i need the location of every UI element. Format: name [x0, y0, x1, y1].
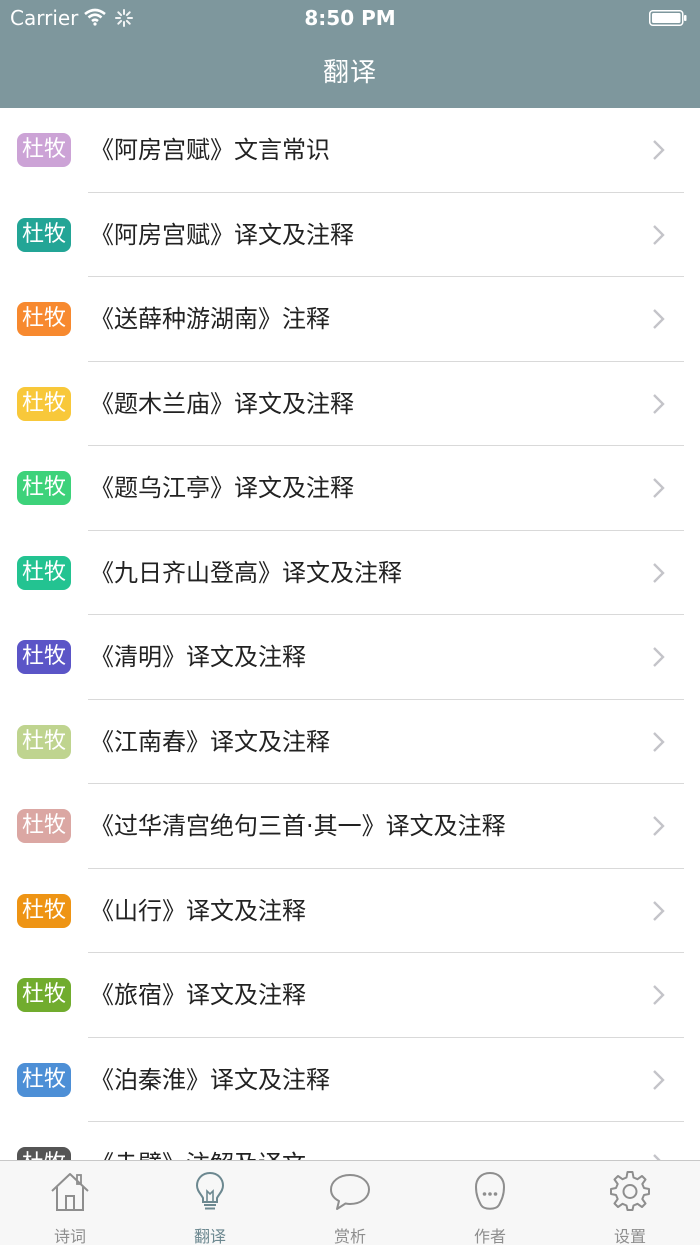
list-item[interactable]: 杜牧 《泊秦淮》译文及注释 [0, 1038, 700, 1123]
item-title: 《阿房宫赋》文言常识 [90, 136, 330, 164]
author-tag: 杜牧 [17, 1147, 71, 1160]
tab-authors[interactable]: 作者 [420, 1161, 560, 1246]
chevron-right-icon [653, 140, 665, 160]
list-item[interactable]: 杜牧 《阿房宫赋》译文及注释 [0, 193, 700, 278]
article-list: 杜牧 《阿房宫赋》文言常识 杜牧 《阿房宫赋》译文及注释 杜牧 《送薛种游湖南》注释 杜牧《… [0, 108, 700, 1160]
item-title: 《清明》译文及注释 [90, 643, 306, 671]
chevron-right-icon [653, 731, 665, 752]
tab-label: 翻译 [193, 1227, 226, 1246]
list-item[interactable]: 杜牧 《题乌江亭》译文及注释 [0, 446, 700, 531]
author-tag: 杜牧 [17, 893, 71, 928]
battery-icon [649, 10, 687, 26]
tab-translation[interactable]: 翻译 [140, 1161, 280, 1246]
chat-bubble-icon [330, 1174, 370, 1210]
home-icon [51, 1173, 89, 1211]
page-title: 翻译 [322, 58, 377, 88]
author-tag: 杜牧 [17, 471, 71, 505]
chevron-right-icon [653, 816, 665, 836]
tab-bar: 诗词 翻译 赏析 作者 设置 [0, 1160, 700, 1246]
status-bar: Carrier 8:50 PM [0, 0, 700, 38]
author-tag: 杜牧 [17, 724, 71, 759]
status-time: 8:50 PM [304, 6, 396, 30]
tab-settings[interactable]: 设置 [560, 1161, 700, 1246]
list-item[interactable]: 杜牧 《送薛种游湖南》注释 [0, 277, 700, 362]
chevron-right-icon [653, 309, 665, 329]
tab-appreciation[interactable]: 赏析 [280, 1161, 420, 1246]
list-item[interactable]: 杜牧 《清明》译文及注释 [0, 615, 700, 700]
list-item[interactable]: 杜牧 《阿房宫赋》文言常识 [0, 108, 700, 193]
author-tag: 杜牧 [17, 555, 71, 590]
lightbulb-icon [195, 1171, 225, 1210]
author-tag: 杜牧 [17, 1062, 71, 1097]
chevron-right-icon [653, 900, 665, 921]
item-title: 《阿房宫赋》译文及注释 [90, 220, 354, 249]
chevron-right-icon [653, 224, 665, 245]
item-title: 《江南春》译文及注释 [90, 727, 330, 756]
person-icon [474, 1171, 506, 1210]
item-title: 《赤壁》注解及译文 [90, 1147, 306, 1160]
item-title: 《题木兰庙》译文及注释 [90, 389, 354, 418]
list-item[interactable]: 杜牧 《江南春》译文及注释 [0, 700, 700, 785]
chevron-right-icon [653, 985, 665, 1005]
item-title: 《送薛种游湖南》注释 [90, 305, 330, 333]
list-item[interactable]: 杜牧 《山行》译文及注释 [0, 869, 700, 954]
chevron-right-icon [653, 393, 665, 414]
item-title: 《旅宿》译文及注释 [90, 981, 306, 1009]
gear-icon [610, 1171, 650, 1211]
tab-label: 赏析 [333, 1227, 366, 1246]
navigation-header: Carrier 8:50 PM 翻译 [0, 0, 700, 108]
tab-label: 设置 [613, 1227, 646, 1246]
item-title: 《山行》译文及注释 [90, 896, 306, 925]
author-tag: 杜牧 [17, 809, 71, 843]
item-title: 《过华清宫绝句三首·其一》译文及注释 [90, 812, 506, 840]
author-tag: 杜牧 [17, 302, 71, 336]
author-tag: 杜牧 [17, 217, 71, 252]
list-item[interactable]: 杜牧 《过华清宫绝句三首·其一》译文及注释 [0, 784, 700, 869]
author-tag: 杜牧 [17, 386, 71, 421]
item-title: 《泊秦淮》译文及注释 [90, 1065, 330, 1094]
chevron-right-icon [653, 478, 665, 498]
author-tag: 杜牧 [17, 133, 71, 167]
chevron-right-icon [653, 1154, 661, 1160]
list-item[interactable]: 杜牧 《旅宿》译文及注释 [0, 953, 700, 1038]
list-item[interactable]: 杜牧 《题木兰庙》译文及注释 [0, 362, 700, 447]
chevron-right-icon [653, 562, 665, 583]
chevron-right-icon [653, 647, 665, 667]
tab-label: 诗词 [53, 1227, 86, 1246]
list-item[interactable]: 杜牧 《九日齐山登高》译文及注释 [0, 531, 700, 616]
author-tag: 杜牧 [17, 978, 71, 1012]
chevron-right-icon [653, 1069, 665, 1090]
item-title: 《题乌江亭》译文及注释 [90, 474, 354, 502]
author-tag: 杜牧 [17, 640, 71, 674]
tab-poems[interactable]: 诗词 [0, 1161, 140, 1246]
tab-label: 作者 [473, 1227, 506, 1246]
list-item[interactable]: 杜牧 《赤壁》注解及译文 [0, 1122, 700, 1160]
item-title: 《九日齐山登高》译文及注释 [90, 558, 402, 587]
